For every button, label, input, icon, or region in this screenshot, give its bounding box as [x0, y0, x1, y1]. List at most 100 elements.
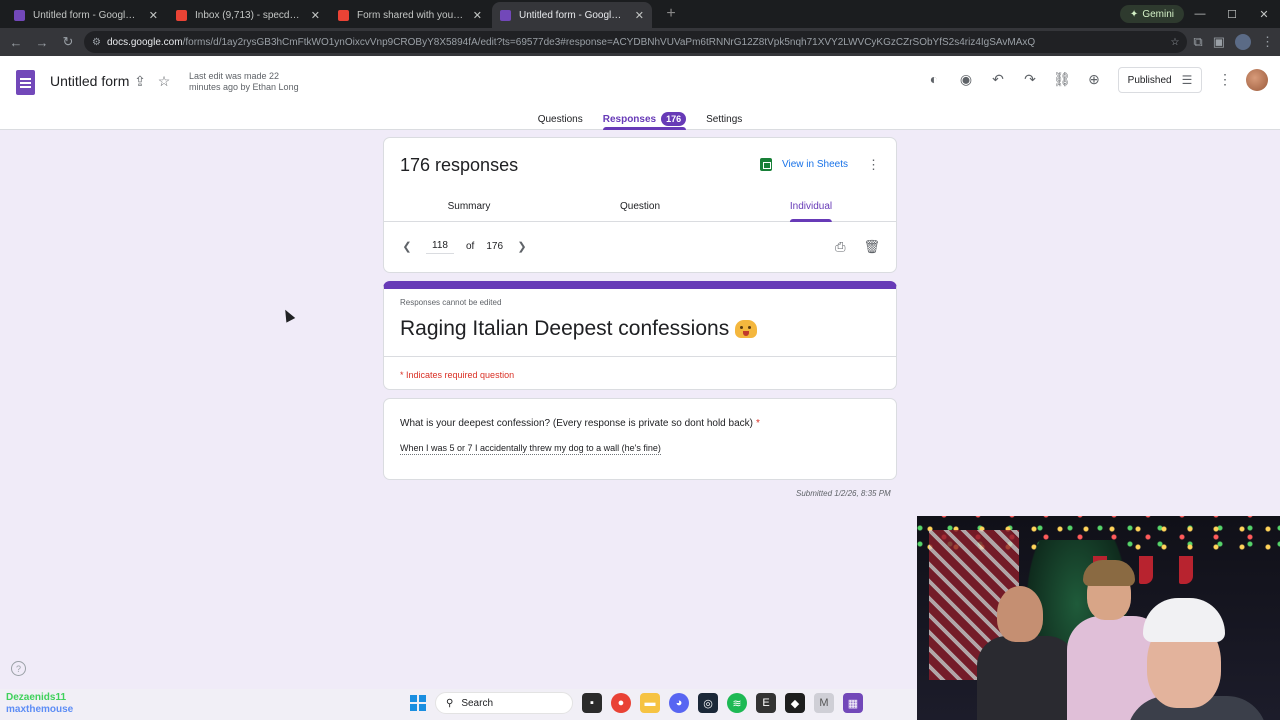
folder-icon[interactable]: ▬	[640, 693, 660, 713]
close-icon[interactable]: ✕	[311, 9, 320, 22]
address-bar[interactable]: ⚙ docs.google.com/forms/d/1ay2rysGB3hCmF…	[84, 31, 1188, 53]
stream-chat-overlay: Dezaenids11 maxthemouse	[6, 692, 79, 716]
subtab-individual[interactable]: Individual	[789, 201, 833, 222]
responses-more-icon[interactable]: ⋮	[867, 157, 880, 173]
question-text: What is your deepest confession? (Every …	[400, 418, 753, 429]
more-options-icon[interactable]: ⋮	[1218, 71, 1232, 88]
response-actions: ⎙ 🗑	[835, 239, 880, 255]
close-icon[interactable]: ✕	[473, 9, 482, 22]
close-window-icon[interactable]: ✕	[1248, 0, 1280, 28]
steam-icon[interactable]: ◎	[698, 693, 718, 713]
person-cap	[1143, 598, 1225, 642]
tab-settings[interactable]: Settings	[706, 108, 742, 130]
view-in-sheets-label: View in Sheets	[782, 159, 848, 170]
add-collaborator-icon[interactable]: ⊕	[1084, 69, 1104, 89]
help-icon[interactable]: ?	[11, 661, 26, 676]
chat-message: maxthemouse	[6, 704, 79, 716]
tab-title: Inbox (9,713) - specdagger32@	[195, 9, 303, 21]
total-responses: 176	[486, 240, 504, 252]
published-button[interactable]: Published ☰	[1118, 67, 1202, 93]
form-title-text: Raging Italian Deepest confessions	[400, 317, 730, 340]
profile-avatar[interactable]	[1235, 34, 1251, 50]
reload-icon[interactable]: ↻	[58, 32, 78, 52]
browser-tab-strip: Untitled form - Google Forms ✕ Inbox (9,…	[0, 0, 1280, 28]
google-forms-logo-icon[interactable]	[16, 70, 35, 95]
responses-count-title: 176 responses	[400, 155, 519, 175]
next-response-icon[interactable]: ❯	[515, 240, 529, 253]
undo-icon[interactable]: ↶	[988, 69, 1008, 89]
response-view-tabs: Summary Question Individual	[384, 198, 896, 222]
app-icon[interactable]: ◆	[785, 693, 805, 713]
header-actions: ◐ ◉ ↶ ↷ ⛓ ⊕	[924, 69, 1104, 89]
forward-icon[interactable]: →	[32, 32, 52, 52]
bookmark-star-icon[interactable]: ☆	[1170, 37, 1179, 48]
tab-questions[interactable]: Questions	[538, 108, 583, 130]
print-icon[interactable]: ⎙	[835, 239, 845, 255]
view-in-sheets-button[interactable]: View in Sheets	[760, 158, 848, 171]
browser-toolbar: ← → ↻ ⚙ docs.google.com/forms/d/1ay2rysG…	[0, 28, 1280, 56]
mouse-cursor-icon	[280, 307, 296, 323]
responses-locked-note: Responses cannot be edited	[400, 298, 502, 307]
gmail-favicon-icon	[176, 9, 187, 21]
close-icon[interactable]: ✕	[635, 9, 644, 22]
stocking	[1139, 556, 1153, 584]
chat-username: maxthemouse	[6, 704, 74, 715]
delete-icon[interactable]: 🗑	[863, 239, 880, 255]
subtab-summary[interactable]: Summary	[448, 201, 491, 220]
extensions-icon[interactable]: ⧉	[1193, 34, 1202, 50]
browser-tab-active[interactable]: Untitled form - Google Forms ✕	[492, 2, 652, 28]
chrome-icon[interactable]: ●	[611, 693, 631, 713]
windows-start-icon[interactable]	[410, 695, 426, 711]
submitted-timestamp: Submitted 1/2/26, 8:35 PM	[796, 489, 891, 498]
side-panel-icon[interactable]: ▣	[1213, 34, 1225, 50]
file-explorer-icon[interactable]: ▪	[582, 693, 602, 713]
palette-icon[interactable]: ◐	[924, 69, 944, 89]
response-count-badge: 176	[661, 112, 687, 126]
maximize-icon[interactable]: ☐	[1216, 0, 1248, 28]
last-edit-info[interactable]: Last edit was made 22 minutes ago by Eth…	[189, 71, 309, 93]
sliders-icon: ☰	[1181, 73, 1193, 87]
forms-favicon-icon	[500, 9, 511, 21]
browser-menu-icon[interactable]: ⋮	[1261, 34, 1274, 50]
tab-title: Form shared with you: "Untitle	[357, 9, 465, 21]
link-icon[interactable]: ⛓	[1052, 69, 1072, 89]
spotify-icon[interactable]: ≋	[727, 693, 747, 713]
form-title-card: Responses cannot be edited Raging Italia…	[383, 281, 897, 390]
site-info-icon[interactable]: ⚙	[92, 37, 101, 48]
minimize-icon[interactable]: —	[1184, 0, 1216, 28]
chat-username: Dezaenids11	[6, 692, 67, 703]
discord-icon[interactable]: ◕	[669, 693, 689, 713]
stocking	[1179, 556, 1193, 584]
answer-text: When I was 5 or 7 I accidentally threw m…	[400, 443, 661, 455]
subtab-question[interactable]: Question	[620, 201, 660, 220]
window-controls: — ☐ ✕	[1184, 0, 1280, 28]
move-to-drive-icon[interactable]: ⇪	[131, 72, 149, 90]
search-icon: ⚲	[446, 697, 454, 709]
browser-tab[interactable]: Inbox (9,713) - specdagger32@ ✕	[168, 2, 328, 28]
close-icon[interactable]: ✕	[149, 9, 158, 22]
divider	[384, 356, 896, 357]
tab-responses[interactable]: Responses 176	[602, 108, 687, 130]
account-avatar[interactable]	[1246, 69, 1268, 91]
form-tabs: Questions Responses 176 Settings	[0, 108, 1280, 130]
form-doc-title[interactable]: Untitled form	[50, 73, 129, 89]
required-asterisk: *	[755, 418, 760, 429]
tab-label: Responses	[602, 113, 657, 125]
epic-games-icon[interactable]: E	[756, 693, 776, 713]
response-number-input[interactable]	[426, 238, 454, 254]
back-icon[interactable]: ←	[6, 32, 26, 52]
taskbar-apps: ⚲ Search ▪ ● ▬ ◕ ◎ ≋ E ◆ M ▦	[410, 692, 863, 714]
star-icon[interactable]: ☆	[155, 72, 173, 90]
browser-tab[interactable]: Untitled form - Google Forms ✕	[6, 2, 166, 28]
new-tab-button[interactable]: +	[660, 4, 682, 26]
redo-icon[interactable]: ↷	[1020, 69, 1040, 89]
sheets-icon	[760, 158, 773, 171]
app-icon[interactable]: ▦	[843, 693, 863, 713]
browser-tab[interactable]: Form shared with you: "Untitle ✕	[330, 2, 490, 28]
person-body	[977, 636, 1077, 720]
preview-eye-icon[interactable]: ◉	[956, 69, 976, 89]
taskbar-search[interactable]: ⚲ Search	[435, 692, 573, 714]
previous-response-icon[interactable]: ❮	[400, 240, 414, 253]
app-icon[interactable]: M	[814, 693, 834, 713]
gemini-button[interactable]: ✦ Gemini	[1119, 5, 1184, 23]
